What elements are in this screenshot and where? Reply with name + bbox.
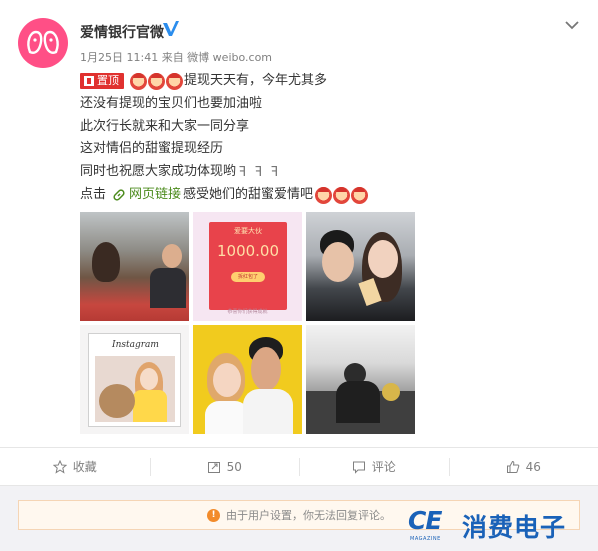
verified-badge-icon: [163, 21, 179, 36]
instagram-frame: Instagram: [88, 333, 181, 427]
post-text: 点击: [80, 186, 107, 202]
username[interactable]: 爱情银行官微: [80, 22, 164, 42]
weibo-post-card: 爱情银行官微 1月25日 11:41 来自 微博 weibo.com 置顶 提现…: [0, 0, 598, 551]
like-button[interactable]: 46: [448, 448, 598, 486]
ok-hand-icon: ꟻ: [238, 165, 247, 181]
photo-person: [150, 268, 186, 308]
photo-bear: [99, 384, 135, 418]
red-packet-button: 拆红包了: [231, 272, 265, 282]
instagram-title: Instagram: [112, 340, 159, 350]
chevron-down-icon[interactable]: [562, 18, 582, 32]
emoji-icon: [315, 186, 333, 204]
star-icon: [52, 459, 67, 474]
red-packet-footer: 恭喜你们获得成就: [227, 309, 268, 315]
comment-icon: [352, 461, 365, 474]
link-text[interactable]: 网页链接: [129, 184, 181, 207]
post-text: 此次行长就来和大家一同分享: [80, 118, 250, 134]
pin-label: 置顶: [97, 74, 119, 87]
emoji-icon: [148, 72, 165, 90]
post-line-6: 点击 网页链接 感受她们的甜蜜爱情吧: [80, 184, 580, 207]
post-body: 置顶 提现天天有，今年尤其多 还没有提现的宝贝们也要加油啦 此次行长就来和大家一…: [80, 70, 580, 207]
repost-icon: [207, 461, 220, 473]
post-text: 还没有提现的宝贝们也要加油啦: [80, 95, 263, 111]
reply-notice-text: 由于用户设置，你无法回复评论。: [226, 509, 391, 522]
thumbs-up-icon: [506, 460, 519, 473]
emoji-icon: [333, 186, 351, 204]
post-line-5: 同时也祝愿大家成功体现哟 ꟻ ꟻ ꟻ: [80, 161, 580, 184]
ok-hand-icon: ꟻ: [270, 165, 279, 181]
repost-count: 50: [226, 459, 242, 474]
warning-icon: !: [207, 508, 220, 522]
post-line-1: 置顶 提现天天有，今年尤其多: [80, 70, 580, 93]
post-text: 感受她们的甜蜜爱情吧: [183, 186, 314, 202]
photo-face: [322, 242, 354, 282]
photo-person: [243, 389, 293, 434]
post-text: 同时也祝愿大家成功体现哟: [80, 164, 237, 180]
favorite-button[interactable]: 收藏: [0, 448, 150, 486]
watermark-logo-sub: MAGAZINE: [410, 536, 441, 542]
red-packet-graphic: 爱要大伙 1000.00 拆红包了: [209, 222, 287, 310]
pin-icon: [84, 76, 94, 87]
photo-dog: [382, 383, 400, 401]
emoji-icon: [351, 186, 369, 204]
emoji-icon: [130, 72, 147, 90]
like-count: 46: [525, 459, 541, 474]
photo-face: [140, 368, 158, 390]
link-icon: [113, 189, 125, 201]
photo-thumbnail[interactable]: [80, 212, 189, 321]
photo-hair: [92, 242, 120, 282]
repost-button[interactable]: 50: [149, 448, 300, 486]
red-packet-amount: 1000.00: [216, 242, 280, 260]
photo-face: [162, 244, 182, 268]
action-bar: 收藏 50 评论 46: [0, 447, 598, 485]
pinned-badge: 置顶: [80, 73, 124, 90]
post-text: 这对情侣的甜蜜提现经历: [80, 141, 224, 157]
emoji-icon: [166, 72, 183, 90]
ok-hand-icon: ꟻ: [254, 165, 263, 181]
avatar[interactable]: [18, 18, 68, 68]
photo-person: [133, 390, 167, 422]
photo-thumbnail[interactable]: [306, 325, 415, 434]
web-link[interactable]: 网页链接: [112, 184, 181, 207]
post-line-2: 还没有提现的宝贝们也要加油啦: [80, 93, 580, 116]
photo-thumbnail[interactable]: [306, 212, 415, 321]
photo-face: [213, 363, 241, 397]
watermark: CE MAGAZINE 消费电子: [408, 506, 566, 546]
avatar-logo-icon: [27, 30, 59, 54]
comment-button[interactable]: 评论: [299, 448, 449, 486]
watermark-logo: CE MAGAZINE: [408, 506, 458, 546]
post-line-4: 这对情侣的甜蜜提现经历: [80, 138, 580, 161]
post-meta: 1月25日 11:41 来自 微博 weibo.com: [80, 51, 273, 64]
photo-face: [368, 240, 398, 278]
photo-thumbnail[interactable]: Instagram: [80, 325, 189, 434]
watermark-text: 消费电子: [462, 513, 567, 542]
photo-thumbnail[interactable]: 爱要大伙 1000.00 拆红包了 恭喜你们获得成就: [193, 212, 302, 321]
post-line-3: 此次行长就来和大家一同分享: [80, 116, 580, 139]
watermark-logo-text: CE: [408, 506, 442, 535]
comment-label: 评论: [371, 460, 396, 474]
favorite-label: 收藏: [72, 460, 97, 474]
red-packet-top: 爱要大伙: [234, 227, 262, 235]
photo-thumbnail[interactable]: [193, 325, 302, 434]
photo-face: [251, 347, 281, 391]
post-text: 提现天天有，今年尤其多: [184, 73, 328, 88]
photo-person: [336, 381, 380, 423]
